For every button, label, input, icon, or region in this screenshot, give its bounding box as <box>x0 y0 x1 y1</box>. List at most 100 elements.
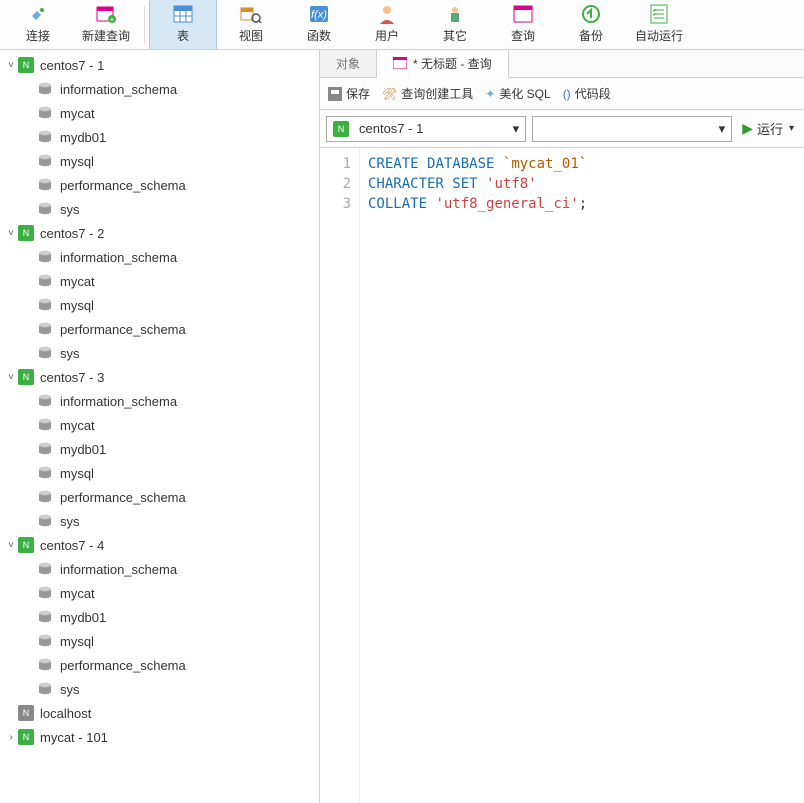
database-node[interactable]: performance_schema <box>0 485 319 509</box>
connection-node[interactable]: ˅Ncentos7 - 3 <box>0 365 319 389</box>
table-button[interactable]: 表 <box>149 0 217 49</box>
backup-button[interactable]: 备份 <box>557 0 625 49</box>
connection-name: centos7 - 4 <box>40 538 104 553</box>
expand-arrow-icon[interactable]: ˅ <box>4 540 18 551</box>
database-node[interactable]: mysql <box>0 149 319 173</box>
database-node[interactable]: mycat <box>0 581 319 605</box>
sql-editor[interactable]: 1 2 3 CREATE DATABASE `mycat_01` CHARACT… <box>320 148 804 803</box>
snippet-button[interactable]: () 代码段 <box>563 85 611 102</box>
database-node[interactable]: performance_schema <box>0 653 319 677</box>
connection-tree[interactable]: ˅Ncentos7 - 1information_schemamycatmydb… <box>0 50 320 803</box>
database-node[interactable]: performance_schema <box>0 173 319 197</box>
new-query-label: 新建查询 <box>72 27 140 44</box>
database-node[interactable]: mycat <box>0 269 319 293</box>
database-name: sys <box>60 682 80 697</box>
user-button[interactable]: 用户 <box>353 0 421 49</box>
database-name: performance_schema <box>60 490 186 505</box>
connect-label: 连接 <box>4 27 72 44</box>
database-name: mysql <box>60 466 94 481</box>
database-node[interactable]: mydb01 <box>0 125 319 149</box>
connection-node[interactable]: ˅Ncentos7 - 4 <box>0 533 319 557</box>
database-node[interactable]: sys <box>0 197 319 221</box>
connect-button[interactable]: 连接 <box>4 0 72 49</box>
connection-select[interactable]: N centos7 - 1 ▾ <box>326 116 526 142</box>
query-toolbar: 保存 🛠 查询创建工具 ✦ 美化 SQL () 代码段 <box>320 78 804 110</box>
connection-value: centos7 - 1 <box>355 121 513 136</box>
expand-arrow-icon[interactable]: › <box>4 732 18 743</box>
database-name: mysql <box>60 634 94 649</box>
expand-arrow-icon[interactable]: ˅ <box>4 372 18 383</box>
view-button[interactable]: 视图 <box>217 0 285 49</box>
save-label: 保存 <box>346 85 370 102</box>
database-name: performance_schema <box>60 178 186 193</box>
beautify-button[interactable]: ✦ 美化 SQL <box>485 85 550 102</box>
connection-icon: N <box>18 369 34 385</box>
tab-object[interactable]: 对象 <box>320 50 377 77</box>
query-builder-button[interactable]: 🛠 查询创建工具 <box>382 85 473 102</box>
connection-icon: N <box>333 121 349 137</box>
svg-text:f(x): f(x) <box>311 9 327 21</box>
database-icon <box>36 418 54 432</box>
new-query-button[interactable]: + 新建查询 <box>72 0 140 49</box>
database-icon <box>36 298 54 312</box>
chevron-down-icon: ▾ <box>719 121 726 137</box>
database-node[interactable]: information_schema <box>0 77 319 101</box>
tab-object-label: 对象 <box>336 55 360 72</box>
builder-icon: 🛠 <box>382 87 397 101</box>
connection-name: localhost <box>40 706 91 721</box>
database-node[interactable]: mysql <box>0 461 319 485</box>
table-label: 表 <box>150 27 216 44</box>
database-node[interactable]: sys <box>0 509 319 533</box>
database-name: mydb01 <box>60 442 106 457</box>
database-select[interactable]: ▾ <box>532 116 732 142</box>
run-button[interactable]: ▶ 运行 ▾ <box>738 119 798 138</box>
connection-node[interactable]: Nlocalhost <box>0 701 319 725</box>
database-icon <box>36 490 54 504</box>
connection-node[interactable]: ˅Ncentos7 - 2 <box>0 221 319 245</box>
database-name: mycat <box>60 106 95 121</box>
main-panel: 对象 * 无标题 - 查询 保存 🛠 查询创建工具 ✦ 美化 SQL <box>320 50 804 803</box>
database-node[interactable]: mydb01 <box>0 605 319 629</box>
function-icon: f(x) <box>285 3 353 25</box>
backup-label: 备份 <box>557 27 625 44</box>
database-name: sys <box>60 202 80 217</box>
user-icon <box>353 3 421 25</box>
function-button[interactable]: f(x) 函数 <box>285 0 353 49</box>
database-node[interactable]: sys <box>0 341 319 365</box>
database-icon <box>36 658 54 672</box>
query-label: 查询 <box>489 27 557 44</box>
database-node[interactable]: sys <box>0 677 319 701</box>
save-button[interactable]: 保存 <box>328 85 370 102</box>
database-node[interactable]: mydb01 <box>0 437 319 461</box>
database-node[interactable]: mycat <box>0 413 319 437</box>
tab-query-label: * 无标题 - 查询 <box>413 55 492 72</box>
database-node[interactable]: information_schema <box>0 557 319 581</box>
database-node[interactable]: mysql <box>0 629 319 653</box>
database-name: information_schema <box>60 562 177 577</box>
code-area[interactable]: CREATE DATABASE `mycat_01` CHARACTER SET… <box>360 148 595 803</box>
query-button[interactable]: 查询 <box>489 0 557 49</box>
database-icon <box>36 562 54 576</box>
database-node[interactable]: mycat <box>0 101 319 125</box>
database-name: performance_schema <box>60 658 186 673</box>
line-number: 2 <box>320 174 351 194</box>
database-name: information_schema <box>60 82 177 97</box>
autorun-button[interactable]: 自动运行 <box>625 0 693 49</box>
connection-node[interactable]: ˅Ncentos7 - 1 <box>0 53 319 77</box>
database-icon <box>36 682 54 696</box>
database-name: mysql <box>60 298 94 313</box>
main-toolbar: 连接 + 新建查询 表 视图 f(x) 函数 用户 其它 <box>0 0 804 50</box>
database-node[interactable]: information_schema <box>0 389 319 413</box>
line-number: 3 <box>320 194 351 214</box>
database-node[interactable]: performance_schema <box>0 317 319 341</box>
connection-node[interactable]: ›Nmycat - 101 <box>0 725 319 749</box>
other-button[interactable]: 其它 <box>421 0 489 49</box>
tab-query[interactable]: * 无标题 - 查询 <box>377 51 509 78</box>
database-name: sys <box>60 514 80 529</box>
expand-arrow-icon[interactable]: ˅ <box>4 60 18 71</box>
connection-name: centos7 - 2 <box>40 226 104 241</box>
database-icon <box>36 82 54 96</box>
expand-arrow-icon[interactable]: ˅ <box>4 228 18 239</box>
database-node[interactable]: information_schema <box>0 245 319 269</box>
database-node[interactable]: mysql <box>0 293 319 317</box>
